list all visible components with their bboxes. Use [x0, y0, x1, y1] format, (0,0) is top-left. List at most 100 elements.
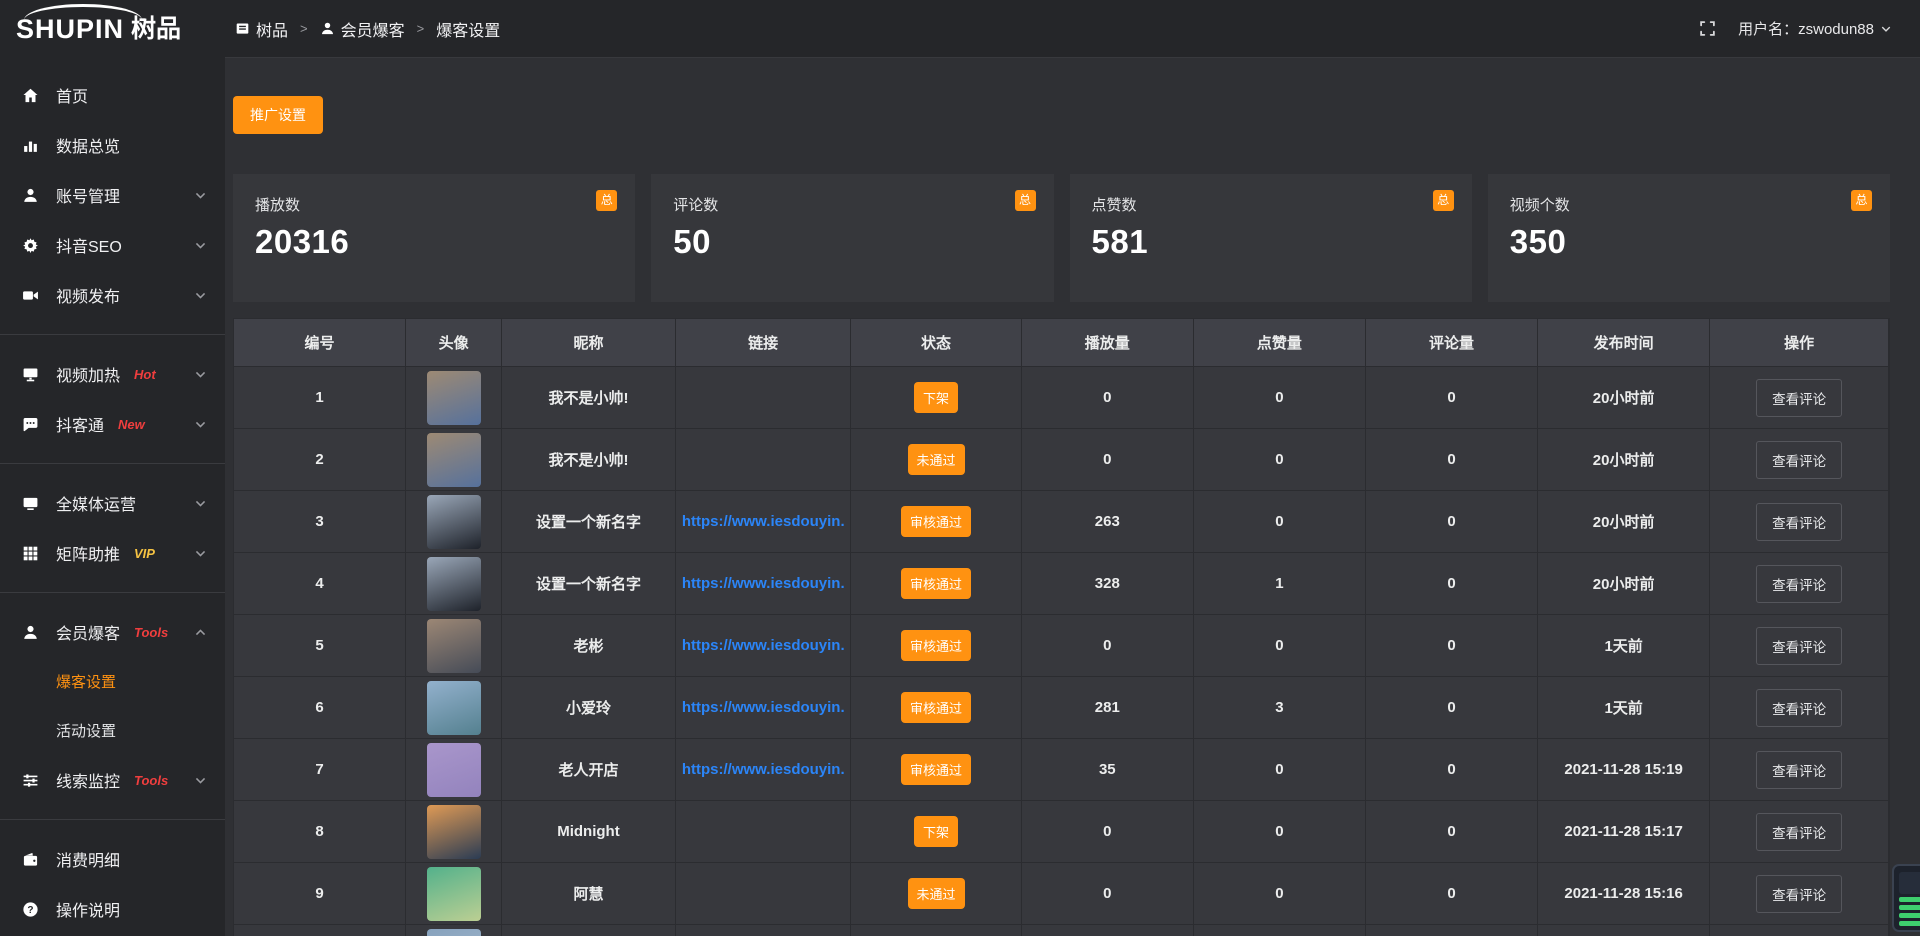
user-menu[interactable]: 用户名：zswodun88: [1738, 18, 1892, 39]
view-comments-button[interactable]: 查看评论: [1756, 565, 1842, 603]
total-badge: 总: [1433, 190, 1454, 211]
sidebar-item-label: 视频加热: [56, 362, 120, 386]
grid-icon: [22, 545, 39, 562]
sidebar-item-data-overview[interactable]: 数据总览: [0, 120, 225, 170]
video-link[interactable]: https://www.iesdouyin.c: [682, 761, 844, 778]
table-row: 6小爱玲https://www.iesdouyin.c审核通过281301天前查…: [234, 677, 1889, 739]
cell-likes: 0: [1194, 429, 1366, 491]
sidebar-item-douyin-seo[interactable]: 抖音SEO: [0, 220, 225, 270]
table-row: 7老人开店https://www.iesdouyin.c审核通过35002021…: [234, 739, 1889, 801]
sidebar-subitem-activity-settings[interactable]: 活动设置: [0, 706, 225, 755]
cell-time: 20小时前: [1538, 367, 1710, 429]
view-comments-button[interactable]: 查看评论: [1756, 751, 1842, 789]
view-comments-button[interactable]: 查看评论: [1756, 379, 1842, 417]
stat-card-2: 点赞数581总: [1070, 174, 1472, 302]
cell-comments: 0: [1366, 367, 1538, 429]
sidebar-item-spend-detail[interactable]: 消费明细: [0, 834, 225, 884]
username-label: 用户名：zswodun88: [1738, 18, 1874, 39]
breadcrumb-item-baoke-settings[interactable]: 爆客设置: [436, 17, 500, 41]
video-link[interactable]: https://www.iesdouyin.c: [682, 575, 844, 592]
view-comments-button[interactable]: 查看评论: [1756, 875, 1842, 913]
cell-avatar: [406, 553, 502, 615]
view-comments-button[interactable]: 查看评论: [1756, 689, 1842, 727]
sidebar-item-clue-monitor[interactable]: 线索监控Tools: [0, 755, 225, 805]
view-comments-button[interactable]: 查看评论: [1756, 441, 1842, 479]
cell-number: [234, 925, 406, 936]
cell-plays: 0: [1022, 863, 1194, 925]
breadcrumb-item-member-baoke[interactable]: 会员爆客: [320, 17, 405, 41]
sidebar-item-video-publish[interactable]: 视频发布: [0, 270, 225, 320]
sidebar-item-home[interactable]: 首页: [0, 70, 225, 120]
sidebar-subitem-baoke-settings[interactable]: 爆客设置: [0, 657, 225, 706]
cell-action: 查看评论: [1710, 491, 1889, 553]
wallet-icon: [22, 851, 39, 868]
sidebar-item-label: 首页: [56, 83, 88, 107]
cell-avatar: [406, 739, 502, 801]
cell-plays: 0: [1022, 429, 1194, 491]
cell-action: [1710, 925, 1889, 936]
status-badge: 下架: [914, 816, 958, 847]
fullscreen-icon[interactable]: [1699, 20, 1716, 37]
sidebar-item-matrix-boost[interactable]: 矩阵助推VIP: [0, 528, 225, 578]
table-row: 2我不是小帅!未通过00020小时前查看评论: [234, 429, 1889, 491]
cell-plays: 35: [1022, 739, 1194, 801]
cell-status: 未通过: [851, 429, 1021, 491]
chevron-down-icon: [194, 239, 207, 252]
home-icon: [22, 87, 39, 104]
table-body: 1我不是小帅!下架00020小时前查看评论2我不是小帅!未通过00020小时前查…: [234, 367, 1889, 936]
cell-comments: 0: [1366, 863, 1538, 925]
video-link[interactable]: https://www.iesdouyin.c: [682, 699, 844, 716]
view-comments-button[interactable]: 查看评论: [1756, 813, 1842, 851]
sidebar-item-media-ops[interactable]: 全媒体运营: [0, 478, 225, 528]
sidebar-item-label: 数据总览: [56, 133, 120, 157]
cell-time: 20小时前: [1538, 429, 1710, 491]
stat-value: 581: [1092, 223, 1450, 261]
stat-cards-row: 播放数20316总评论数50总点赞数581总视频个数350总: [233, 174, 1890, 302]
cell-time: 20小时前: [1538, 491, 1710, 553]
sliders-icon: [22, 772, 39, 789]
floating-helper-widget[interactable]: [1892, 864, 1920, 932]
avatar: [427, 433, 481, 487]
cell-link: [676, 863, 851, 925]
topbar-right: 用户名：zswodun88: [1699, 18, 1892, 39]
sidebar-item-label: 抖客通: [56, 412, 104, 436]
cell-avatar: [406, 491, 502, 553]
sidebar-item-member-baoke[interactable]: 会员爆客Tools: [0, 607, 225, 657]
member-icon: [22, 624, 39, 641]
gear-icon: [22, 237, 39, 254]
cell-avatar: [406, 615, 502, 677]
chevron-down-icon: [194, 547, 207, 560]
sidebar-item-douketong[interactable]: 抖客通 New: [0, 399, 225, 449]
bar-chart-icon: [22, 137, 39, 154]
cell-plays: [1022, 925, 1194, 936]
video-link[interactable]: https://www.iesdouyin.c: [682, 513, 844, 530]
cell-time: 1天前: [1538, 677, 1710, 739]
view-comments-button[interactable]: 查看评论: [1756, 627, 1842, 665]
sidebar-item-label: 矩阵助推: [56, 541, 120, 565]
logo-arc-decoration: [24, 4, 142, 20]
cell-link: https://www.iesdouyin.c: [676, 739, 851, 801]
table-row: 3设置一个新名字https://www.iesdouyin.c审核通过26300…: [234, 491, 1889, 553]
chevron-down-icon: [1880, 23, 1892, 35]
sidebar-item-video-heat[interactable]: 视频加热Hot: [0, 349, 225, 399]
user-icon: [320, 21, 335, 36]
stat-card-3: 视频个数350总: [1488, 174, 1890, 302]
stat-label: 评论数: [673, 194, 1031, 215]
widget-stripe: [1899, 921, 1920, 926]
column-header: 昵称: [502, 319, 676, 367]
video-link[interactable]: https://www.iesdouyin.c: [682, 637, 844, 654]
sidebar-item-badge: Tools: [134, 773, 168, 788]
sidebar-item-account-manage[interactable]: 账号管理: [0, 170, 225, 220]
sidebar-item-badge: New: [118, 417, 145, 432]
cell-comments: 0: [1366, 491, 1538, 553]
breadcrumb-item-shupin[interactable]: 树品: [235, 17, 288, 41]
widget-stripe: [1899, 913, 1920, 918]
view-comments-button[interactable]: 查看评论: [1756, 503, 1842, 541]
cell-likes: 0: [1194, 615, 1366, 677]
sidebar-item-help[interactable]: ?操作说明: [0, 884, 225, 934]
cell-nickname: 阿慧: [502, 863, 676, 925]
user-icon: [22, 187, 39, 204]
cell-action: 查看评论: [1710, 801, 1889, 863]
sidebar-divider: [0, 334, 225, 335]
promotion-settings-button[interactable]: 推广设置: [233, 96, 323, 134]
